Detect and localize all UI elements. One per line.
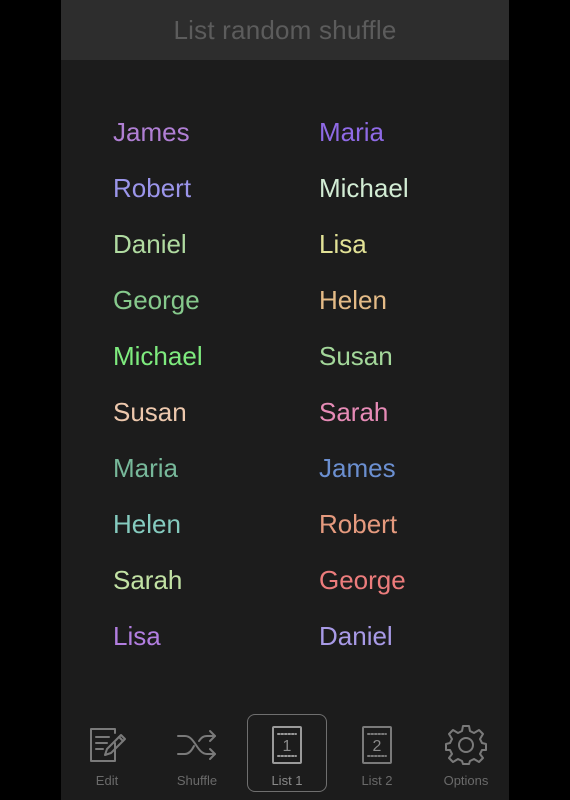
list-item: Maria [319, 117, 385, 147]
list-item: Susan [319, 341, 393, 371]
list-item: Helen [319, 285, 387, 315]
gear-icon [445, 725, 487, 765]
edit-icon [90, 728, 126, 762]
list-item: Daniel [113, 229, 187, 259]
tab-shuffle[interactable]: Shuffle [157, 714, 237, 792]
list-item: Michael [319, 173, 409, 203]
tab-list-1[interactable]: 1 List 1 [247, 714, 327, 792]
tab-list-2-label: List 2 [361, 773, 393, 788]
list-2-number: 2 [373, 738, 382, 755]
title-bar: List random shuffle [61, 0, 509, 60]
tab-list-2[interactable]: 2 List 2 [337, 714, 417, 792]
shuffle-icon [177, 730, 216, 760]
list-item: Sarah [319, 397, 389, 427]
tab-edit[interactable]: Edit [67, 714, 147, 792]
list-column-left: James Robert Daniel George Michael Susan… [113, 104, 203, 664]
tab-options[interactable]: Options [426, 714, 506, 792]
list-item: James [319, 453, 396, 483]
list-item: George [113, 285, 200, 315]
list-item: Lisa [113, 621, 161, 651]
list-item: James [113, 117, 190, 147]
bottom-tab-bar: Edit Shuffle 1 List 1 2 List 2 Options [61, 706, 509, 800]
page-title: List random shuffle [173, 14, 397, 45]
app-screen: List random shuffle James Robert Daniel … [61, 0, 509, 800]
list-item: Robert [319, 509, 398, 539]
list-item: Susan [113, 397, 187, 427]
list-item: Helen [113, 509, 181, 539]
list-1-icon: 1 [272, 726, 302, 764]
list-column-right: Maria Michael Lisa Helen Susan Sarah Jam… [319, 104, 409, 664]
tab-options-label: Options [443, 773, 489, 788]
list-item: Maria [113, 453, 179, 483]
list-item: Michael [113, 341, 203, 371]
tab-list-1-label: List 1 [271, 773, 303, 788]
list-1-number: 1 [283, 738, 292, 755]
tab-edit-label: Edit [95, 773, 119, 788]
list-item: George [319, 565, 406, 595]
list-item: Sarah [113, 565, 183, 595]
list-item: Lisa [319, 229, 367, 259]
tab-shuffle-label: Shuffle [176, 773, 218, 788]
list-2-icon: 2 [362, 726, 392, 764]
list-item: Robert [113, 173, 192, 203]
list-item: Daniel [319, 621, 393, 651]
